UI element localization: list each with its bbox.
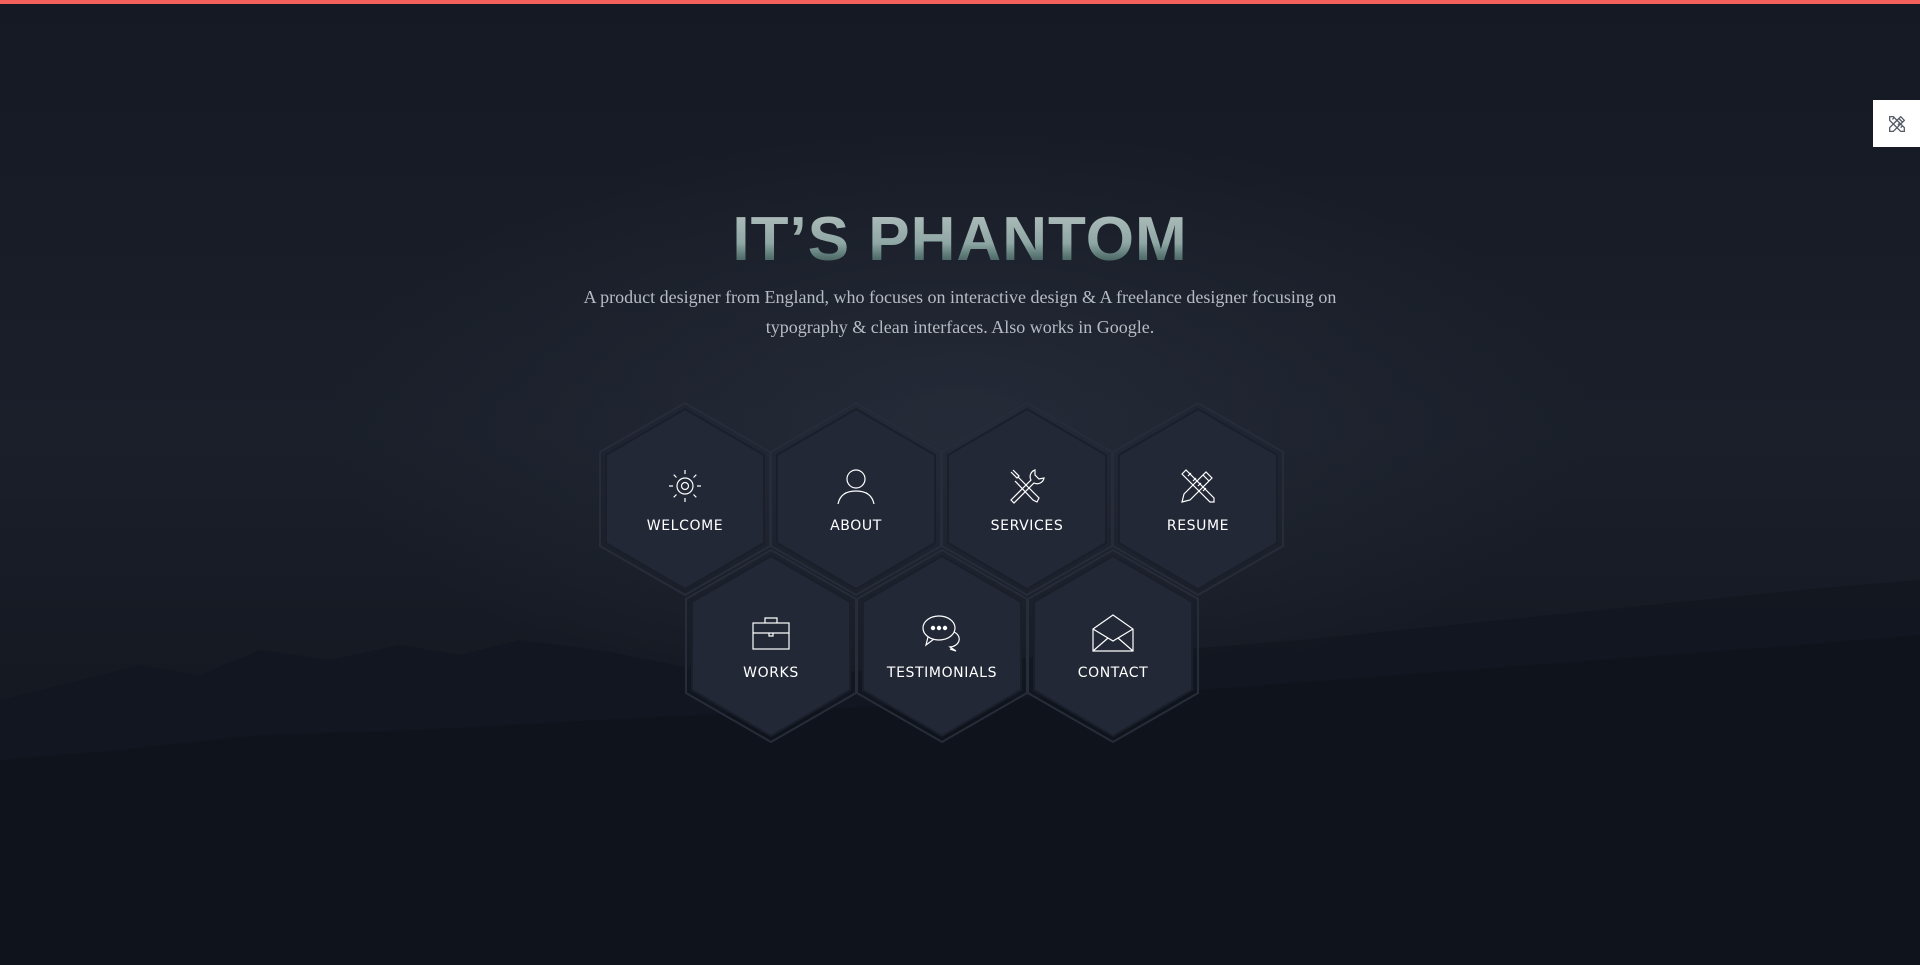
nav-hex-testimonials[interactable]: TESTIMONIALS [855,548,1029,744]
nav-label-about: ABOUT [830,518,882,534]
nav-hex-works[interactable]: WORKS [684,548,858,744]
pencil-ruler-icon [1181,469,1215,503]
sun-icon [669,470,701,502]
user-icon [837,469,875,505]
chat-bubbles-icon [922,615,960,652]
nav-label-services: SERVICES [990,518,1064,534]
briefcase-icon [752,617,790,650]
nav-label-resume: RESUME [1166,518,1230,534]
envelope-icon [1092,614,1134,652]
nav-label-welcome: WELCOME [646,518,724,534]
hex-navigation: WELCOME ABOUT SERVICES RESUME WORKS TEST… [0,0,1920,965]
tools-icon [1010,469,1045,504]
nav-hex-contact[interactable]: CONTACT [1026,548,1200,744]
nav-label-contact: CONTACT [1077,665,1149,681]
nav-label-testimonials: TESTIMONIALS [886,665,998,681]
nav-label-works: WORKS [743,665,799,681]
